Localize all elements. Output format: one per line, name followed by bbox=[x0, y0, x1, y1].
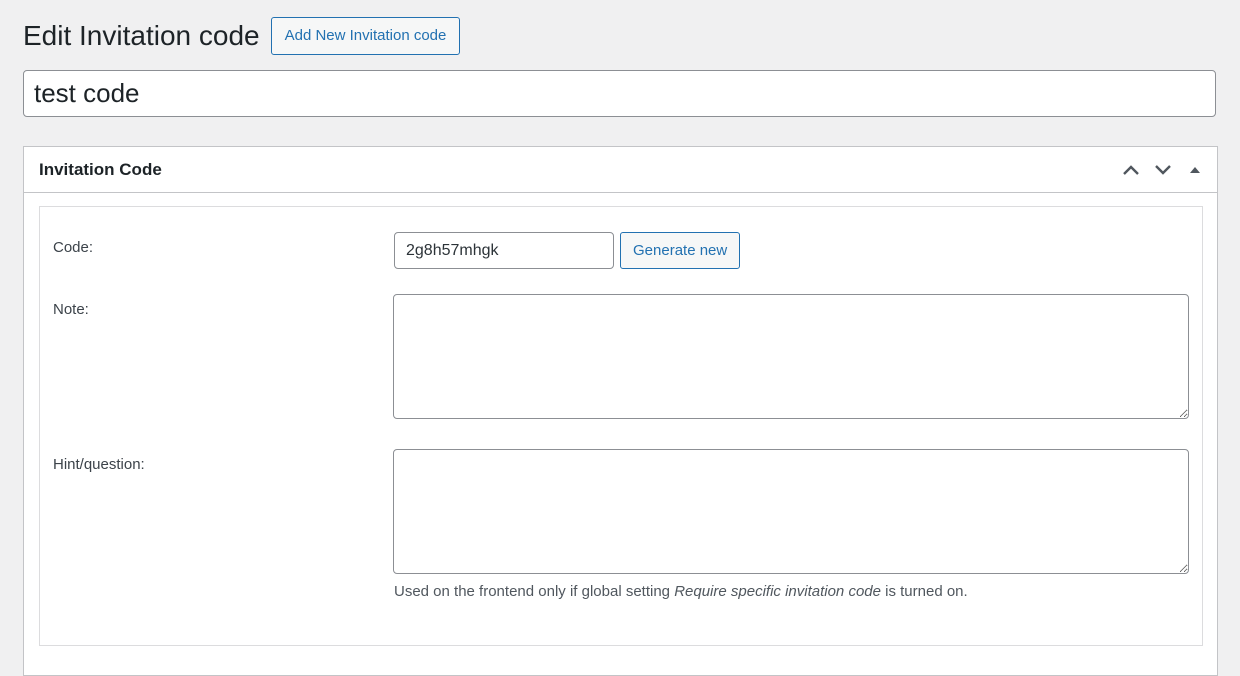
metabox-header: Invitation Code bbox=[24, 147, 1217, 193]
code-label: Code: bbox=[53, 239, 94, 256]
chevron-down-icon bbox=[1154, 164, 1172, 176]
description-text-after: is turned on. bbox=[880, 583, 968, 600]
hint-description: Used on the frontend only if global sett… bbox=[394, 583, 968, 600]
metabox-title: Invitation Code bbox=[39, 160, 162, 179]
move-up-button[interactable] bbox=[1115, 152, 1147, 188]
hint-label: Hint/question: bbox=[53, 456, 145, 473]
toggle-panel-button[interactable] bbox=[1179, 152, 1211, 188]
description-text-before: Used on the frontend only if global sett… bbox=[394, 583, 675, 600]
code-input[interactable] bbox=[394, 232, 614, 269]
page-title: Edit Invitation code bbox=[23, 20, 260, 51]
post-title-input[interactable] bbox=[23, 70, 1216, 117]
note-textarea[interactable] bbox=[393, 294, 1189, 419]
add-new-invitation-code-button[interactable]: Add New Invitation code bbox=[270, 17, 461, 55]
page-header: Edit Invitation code Add New Invitation … bbox=[23, 17, 461, 55]
metabox-inside: Code: Generate new Note: Hint/question: … bbox=[39, 206, 1203, 646]
invitation-code-metabox: Invitation Code Code: Generate bbox=[23, 146, 1218, 676]
note-label: Note: bbox=[53, 301, 89, 318]
description-setting-name: Require specific invitation code bbox=[674, 583, 881, 600]
metabox-handle-actions bbox=[1115, 147, 1211, 192]
caret-up-icon bbox=[1189, 166, 1201, 174]
chevron-up-icon bbox=[1122, 164, 1140, 176]
hint-textarea[interactable] bbox=[393, 449, 1189, 574]
move-down-button[interactable] bbox=[1147, 152, 1179, 188]
generate-new-button[interactable]: Generate new bbox=[620, 232, 741, 269]
